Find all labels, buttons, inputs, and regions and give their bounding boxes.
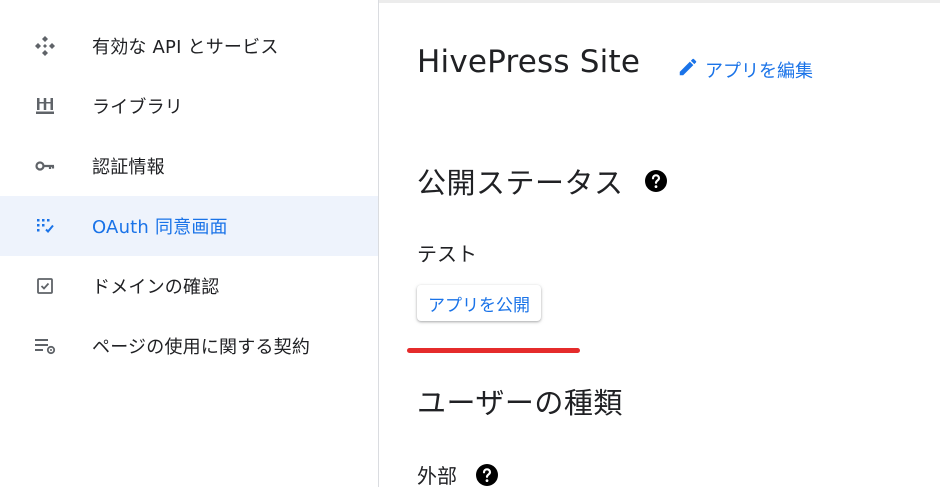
sidebar-item-oauth-consent[interactable]: OAuth 同意画面 — [0, 196, 378, 256]
publish-status-value: テスト — [417, 242, 477, 266]
oauth-consent-icon — [33, 214, 57, 238]
api-diamond-icon — [33, 34, 57, 58]
sidebar-item-label: 認証情報 — [92, 157, 165, 178]
annotation-underline — [407, 348, 580, 353]
publish-app-button[interactable]: アプリを公開 — [417, 285, 541, 321]
checkbox-icon — [33, 274, 57, 298]
publish-status-heading-text: 公開ステータス — [417, 166, 624, 200]
sidebar-item-library[interactable]: ライブラリ — [0, 76, 378, 136]
publish-status-heading: 公開ステータス — [417, 160, 668, 202]
edit-app-link[interactable]: アプリを編集 — [677, 56, 813, 83]
user-type-heading: ユーザーの種類 — [417, 380, 623, 422]
sidebar-item-label: OAuth 同意画面 — [92, 217, 228, 238]
sidebar: 有効な API とサービス ライブラリ 認証情報 OAuth 同意画面 ドメイン… — [0, 0, 379, 487]
sidebar-item-label: ドメインの確認 — [92, 277, 220, 298]
help-icon[interactable] — [644, 169, 668, 193]
user-type-heading-text: ユーザーの種類 — [417, 386, 623, 420]
user-type-value-text: 外部 — [417, 464, 457, 488]
pencil-icon — [677, 56, 705, 83]
sidebar-item-page-usage-agreement[interactable]: ページの使用に関する契約 — [0, 316, 378, 376]
sidebar-item-enabled-apis[interactable]: 有効な API とサービス — [0, 16, 378, 76]
sidebar-item-credentials[interactable]: 認証情報 — [0, 136, 378, 196]
app-title: HivePress Site — [417, 44, 641, 80]
key-icon — [33, 154, 57, 178]
help-icon[interactable] — [475, 463, 499, 487]
main-content: HivePress Site アプリを編集 公開ステータス テスト アプリを公開… — [379, 0, 940, 489]
user-type-value: 外部 — [417, 460, 499, 489]
list-settings-icon — [33, 334, 57, 358]
sidebar-item-label: ライブラリ — [92, 97, 183, 118]
sidebar-item-label: 有効な API とサービス — [92, 37, 279, 58]
sidebar-item-domain-verification[interactable]: ドメインの確認 — [0, 256, 378, 316]
library-icon — [33, 94, 57, 118]
edit-app-label: アプリを編集 — [705, 60, 813, 82]
sidebar-item-label: ページの使用に関する契約 — [92, 337, 311, 358]
